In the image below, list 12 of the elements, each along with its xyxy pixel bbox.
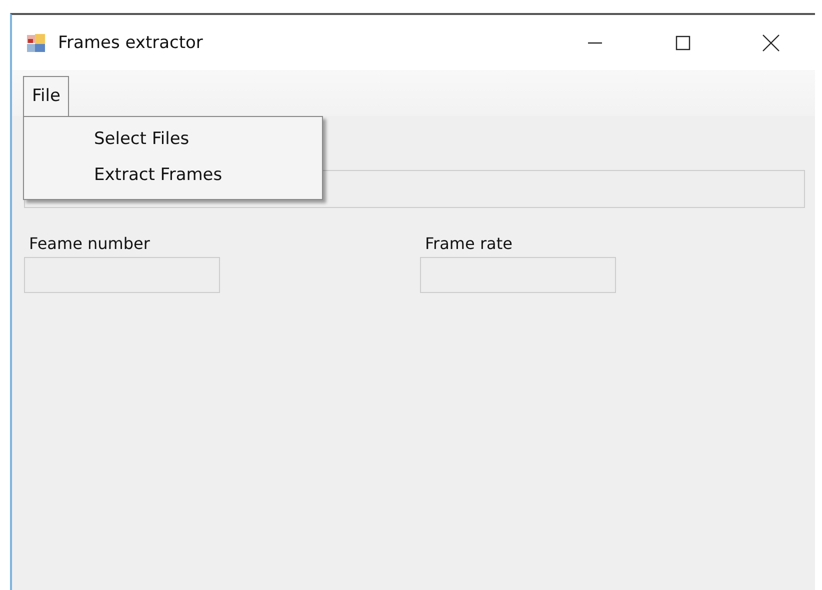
input-field[interactable] bbox=[420, 257, 616, 293]
menu-option[interactable]: Select Files bbox=[72, 121, 322, 157]
window-title: Frames extractor bbox=[58, 32, 203, 52]
menu-item[interactable]: File bbox=[23, 76, 70, 116]
menu-option[interactable]: Extract Frames bbox=[72, 157, 322, 193]
app-icon bbox=[26, 32, 46, 52]
maximize-icon bbox=[675, 34, 691, 50]
field-label: Feame number bbox=[28, 234, 151, 253]
input-field[interactable] bbox=[24, 257, 220, 293]
field-label: Frame rate bbox=[424, 234, 514, 253]
close-icon bbox=[762, 34, 780, 52]
minimize-icon bbox=[587, 42, 603, 44]
